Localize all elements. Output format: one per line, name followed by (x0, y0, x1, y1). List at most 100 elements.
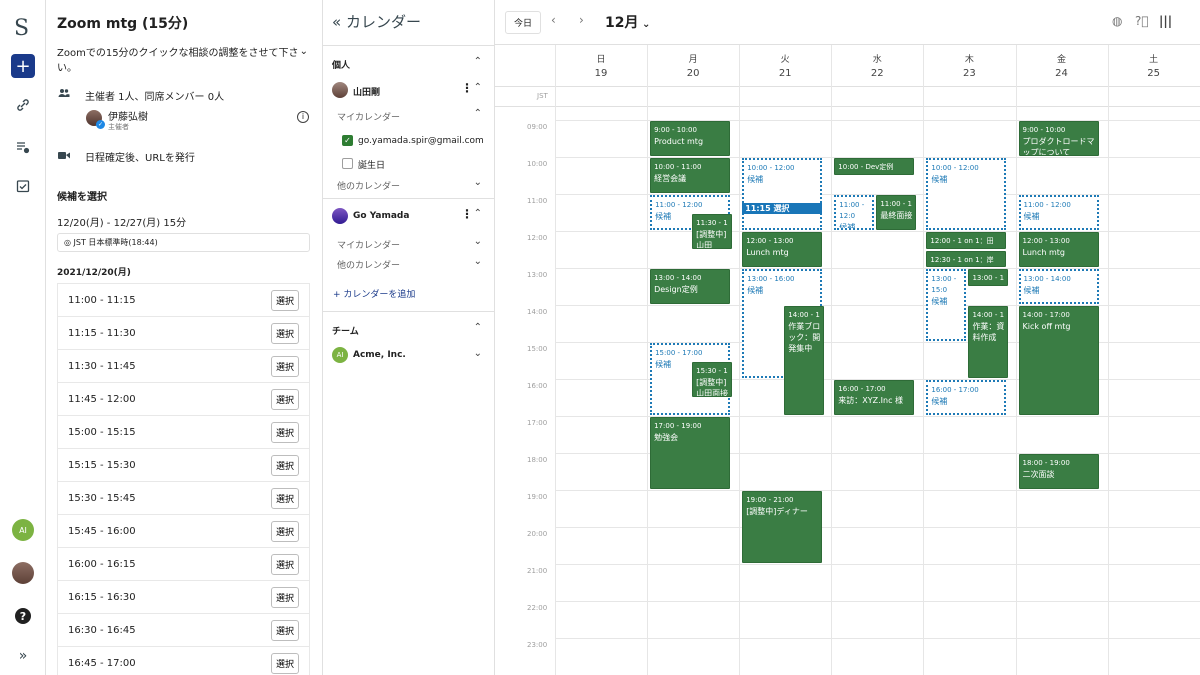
url-note: 日程確定後、URLを発行 (85, 153, 195, 164)
time-slot: 11:45 - 12:00 選択 (58, 383, 309, 416)
hour-label: 16:00 (527, 382, 548, 390)
candidate-slot[interactable]: 13:00 - 15:0 候補 (926, 269, 967, 341)
calendar-event[interactable]: 12:00 - 13:00 Lunch mtg (1018, 232, 1099, 267)
event-time: 17:00 - 19:00 (654, 422, 702, 430)
link-icon[interactable] (11, 93, 35, 117)
team-name: Acme, Inc. (353, 350, 406, 360)
candidate-label: 候補 (655, 212, 672, 221)
select-button[interactable]: 選択 (270, 322, 299, 344)
candidate-slot[interactable]: 11:00 - 12:00 候補 (1018, 195, 1099, 230)
other-calendars-label: 他のカレンダー (337, 261, 401, 271)
today-button[interactable]: 今日 (505, 11, 542, 34)
next-icon[interactable]: › (579, 13, 584, 27)
chevron-up-icon[interactable]: ⌃ (474, 108, 482, 119)
hour-line (555, 601, 1200, 602)
birthday-checkbox[interactable] (342, 158, 353, 169)
more-icon[interactable]: ⋮ (461, 207, 473, 221)
candidate-slot[interactable]: 10:00 - 12:00 候補 (926, 158, 1007, 230)
help-icon[interactable]: ? (11, 604, 35, 628)
chevron-up-icon[interactable]: ⌃ (474, 56, 482, 67)
grid-column-line (555, 45, 556, 675)
calendar-event[interactable]: 11:00 - 1 最終面接 (876, 195, 917, 230)
chevron-up-icon[interactable]: ⌃ (474, 322, 482, 333)
select-button[interactable]: 選択 (270, 652, 299, 674)
team-avatar[interactable]: AI (12, 519, 34, 541)
select-button[interactable]: 選択 (270, 355, 299, 377)
expand-icon[interactable]: » (11, 644, 35, 668)
slot-time: 16:00 - 16:15 (68, 558, 136, 570)
calendar-event[interactable]: 13:00 - 14:00 Design定例 (650, 269, 731, 304)
calendar-event[interactable]: 18:00 - 19:00 二次面談 (1018, 454, 1099, 489)
chevron-down-icon: ⌄ (638, 19, 651, 30)
candidate-slot[interactable]: 11:00 - 12:0 候補 (834, 195, 875, 230)
info-icon[interactable]: i (297, 111, 309, 123)
calendar-event[interactable]: 12:00 - 1 on 1：田 (926, 232, 1007, 249)
candidate-time: 10:00 - 12:00 (931, 164, 979, 172)
globe-icon[interactable]: ◍ (1112, 14, 1122, 28)
select-button[interactable]: 選択 (270, 520, 299, 542)
globe-icon: ◎ (64, 238, 71, 247)
event-time: 9:00 - 10:00 (1022, 126, 1066, 134)
time-slot: 11:30 - 11:45 選択 (58, 350, 309, 383)
calendar-event[interactable]: 14:00 - 17:00 Kick off mtg (1018, 306, 1099, 415)
prev-icon[interactable]: ‹ (551, 13, 556, 27)
timezone-selector[interactable]: ◎ JST 日本標準時(18:44) (57, 233, 310, 252)
calendar-event[interactable]: 17:00 - 19:00 勉強会 (650, 417, 731, 489)
candidate-label: 候補 (1023, 212, 1040, 221)
chevron-down-icon[interactable]: ⌄ (474, 236, 482, 247)
more-icon[interactable]: ⋮ (461, 81, 473, 95)
create-button[interactable]: + (11, 54, 35, 78)
app-root: S + AI ? » Zoom mtg (15分) Zoomでの15分のクイック… (0, 0, 1200, 675)
chevron-down-icon[interactable]: ⌄ (474, 256, 482, 267)
calendar-event[interactable]: 10:00 - 11:00 経営会議 (650, 158, 731, 193)
selected-slot[interactable]: 11:15 選択 (742, 203, 823, 215)
calendar-event[interactable]: 11:30 - 1 [調整中]山田 (692, 213, 733, 249)
task-check-icon[interactable] (11, 174, 35, 198)
select-button[interactable]: 選択 (270, 388, 299, 410)
select-button[interactable]: 選択 (270, 553, 299, 575)
calendar-event[interactable]: 9:00 - 10:00 Product mtg (650, 121, 731, 156)
select-button[interactable]: 選択 (270, 421, 299, 443)
calendar-checkbox[interactable]: ✓ (342, 135, 353, 146)
chevron-up-icon[interactable]: ⌃ (474, 82, 482, 93)
candidate-slot[interactable]: 16:00 - 17:00 候補 (926, 380, 1007, 415)
chevron-up-icon[interactable]: ⌃ (474, 208, 482, 219)
view-columns-icon[interactable]: ||| (1159, 14, 1172, 28)
calendar-event[interactable]: 12:00 - 13:00 Lunch mtg (742, 232, 823, 267)
event-time: 12:00 - 13:00 (1022, 237, 1070, 245)
calendar-event[interactable]: 10:00 - Dev定例 (834, 158, 915, 175)
select-button[interactable]: 選択 (270, 487, 299, 509)
schedule-list-icon[interactable] (11, 135, 35, 159)
calendar-event[interactable]: 12:30 - 1 on 1：岸 (926, 250, 1007, 267)
help-icon[interactable]: ?⃝ (1135, 14, 1149, 28)
collapse-icon[interactable]: « (332, 13, 341, 31)
select-button[interactable]: 選択 (270, 454, 299, 476)
app-logo: S (14, 16, 30, 41)
calendar-event[interactable]: 16:00 - 17:00 来訪：XYZ.Inc 様 (834, 380, 915, 415)
slot-time: 11:45 - 12:00 (68, 393, 136, 405)
select-button[interactable]: 選択 (270, 289, 299, 311)
calendar-event[interactable]: 19:00 - 21:00 [調整中]ディナー (742, 491, 823, 563)
select-button[interactable]: 選択 (270, 619, 299, 641)
grid-column-line (647, 45, 649, 675)
month-selector[interactable]: 12月 ⌄ (605, 12, 650, 32)
hour-label: 18:00 (527, 456, 548, 464)
user-avatar[interactable] (12, 562, 34, 584)
calendar-event[interactable]: 14:00 - 1 作業：資料作成 (968, 306, 1009, 378)
other-calendars-label: 他のカレンダー (337, 182, 401, 192)
calendar-event[interactable]: 15:30 - 1 [調整中]山田面接 (692, 361, 733, 397)
candidate-slot[interactable]: 10:00 - 12:00 候補 (742, 158, 823, 230)
candidate-slot[interactable]: 13:00 - 14:00 候補 (1018, 269, 1099, 304)
calendar-event[interactable]: 14:00 - 1 作業ブロック：開発集中 (784, 306, 825, 415)
select-button[interactable]: 選択 (270, 586, 299, 608)
grid-column-line (831, 45, 833, 675)
day-of-week: 木 (964, 55, 974, 65)
chevron-down-icon[interactable]: ⌄ (474, 177, 482, 188)
add-calendar-link[interactable]: + カレンダーを追加 (333, 287, 415, 300)
team-badge: AI (332, 347, 348, 363)
calendar-event[interactable]: 13:00 - 1 (968, 269, 1009, 286)
chevron-down-icon[interactable]: ⌄ (300, 46, 308, 57)
event-time: 10:00 - 11:00 (654, 163, 702, 171)
calendar-event[interactable]: 9:00 - 10:00 プロダクトロードマップについて (1018, 121, 1099, 156)
chevron-down-icon[interactable]: ⌄ (474, 348, 482, 359)
